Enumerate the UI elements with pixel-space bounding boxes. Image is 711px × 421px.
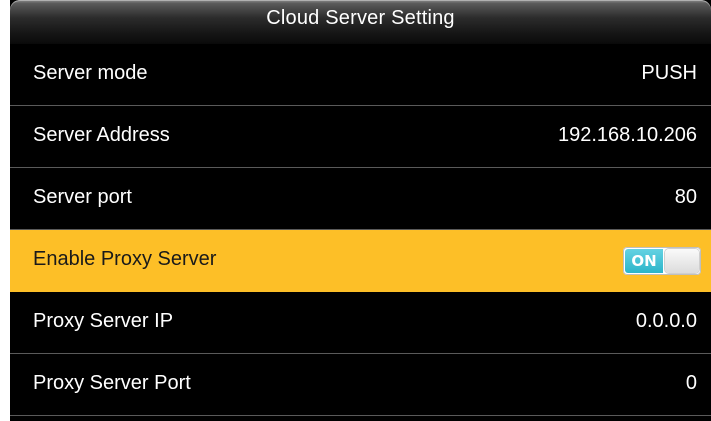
toggle-on-label: ON: [625, 249, 663, 273]
toggle-knob: [665, 249, 699, 273]
setting-row-server-mode[interactable]: Server mode PUSH: [10, 44, 711, 106]
setting-value: PUSH: [641, 62, 697, 84]
title-bar: Cloud Server Setting: [10, 0, 711, 44]
proxy-toggle-switch[interactable]: ON: [623, 247, 701, 275]
setting-label: Server mode: [33, 62, 148, 84]
setting-value: 192.168.10.206: [557, 124, 697, 146]
setting-label: Server Address: [33, 124, 170, 146]
setting-row-enable-proxy-server[interactable]: Enable Proxy Server ON: [10, 230, 711, 292]
setting-row-proxy-server-ip[interactable]: Proxy Server IP 0.0.0.0: [10, 292, 711, 354]
setting-row-proxy-server-port[interactable]: Proxy Server Port 0: [10, 354, 711, 416]
setting-label: Proxy Server Port: [33, 372, 191, 394]
setting-label: Server port: [33, 186, 132, 208]
setting-row-server-port[interactable]: Server port 80: [10, 168, 711, 230]
settings-list: Server mode PUSH Server Address 192.168.…: [10, 44, 711, 416]
setting-value: 0: [685, 372, 697, 394]
setting-value: 80: [674, 186, 697, 208]
setting-label: Enable Proxy Server: [33, 248, 217, 270]
page-title: Cloud Server Setting: [266, 7, 455, 29]
setting-value: 0.0.0.0: [635, 310, 697, 332]
setting-label: Proxy Server IP: [33, 310, 174, 332]
device-screen: Cloud Server Setting Server mode PUSH Se…: [10, 0, 711, 421]
setting-row-server-address[interactable]: Server Address 192.168.10.206: [10, 106, 711, 168]
